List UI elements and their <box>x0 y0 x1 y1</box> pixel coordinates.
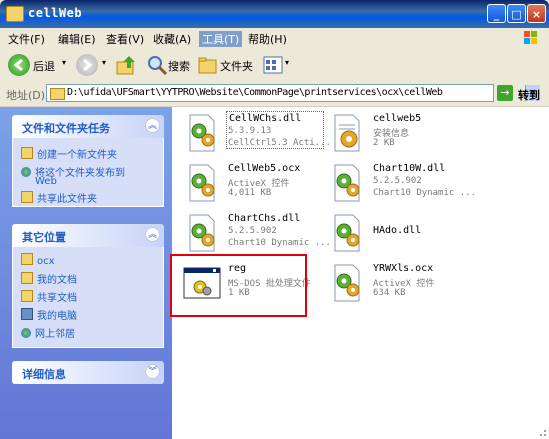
file-item[interactable]: YRWXls.ocx ActiveX 控件 634 KB <box>325 259 475 307</box>
new-folder-icon <box>21 147 33 159</box>
back-arrow-icon[interactable] <box>8 54 30 76</box>
file-version: 5.2.5.902 <box>228 226 277 236</box>
details-header[interactable]: 详细信息 ︾ <box>12 361 164 384</box>
title-bar[interactable]: cellWeb _ □ × <box>0 0 549 28</box>
file-size: 2 KB <box>373 138 395 148</box>
file-name: cellweb5 <box>373 113 422 124</box>
ocx-gear-icon <box>334 264 360 302</box>
shared-documents-icon <box>21 290 33 302</box>
windows-logo-icon <box>524 31 537 44</box>
menu-tools[interactable]: 工具(T) <box>199 31 243 47</box>
other-places-title: 其它位置 <box>22 231 66 244</box>
folders-button[interactable]: 文件夹 <box>220 58 253 74</box>
address-bar: 地址(D) D:\ufida\UFSmart\YYTPRO\Website\Co… <box>0 82 549 107</box>
file-name: HAdo.dll <box>373 225 422 236</box>
go-arrow-icon[interactable]: → <box>497 85 513 101</box>
file-description: Chart10 Dynamic ... <box>228 238 331 248</box>
menu-bar: 文件(F) 编辑(E) 查看(V) 收藏(A) 工具(T) 帮助(H) <box>0 28 549 49</box>
file-item[interactable]: HAdo.dll <box>325 209 475 257</box>
file-size: 634 KB <box>373 288 406 298</box>
details-title: 详细信息 <box>22 368 66 381</box>
views-icon[interactable] <box>262 54 284 76</box>
forward-dropdown-icon[interactable]: ▾ <box>102 58 106 67</box>
close-button[interactable]: × <box>527 4 546 23</box>
folder-icon <box>6 6 24 22</box>
file-name: CellWeb5.ocx <box>228 163 301 174</box>
menu-favorites[interactable]: 收藏(A) <box>153 31 191 47</box>
address-path[interactable]: D:\ufida\UFSmart\YYTPRO\Website\CommonPa… <box>67 87 443 98</box>
other-places-header[interactable]: 其它位置 ︽ <box>12 224 164 247</box>
search-icon[interactable] <box>146 54 168 76</box>
dll-gear-icon <box>189 214 215 252</box>
up-folder-icon[interactable] <box>115 54 137 76</box>
task-pane: 文件和文件夹任务 ︽ 创建一个新文件夹 将这个文件夹发布到 Web 共享此文件夹… <box>0 107 172 439</box>
place-ocx[interactable]: ocx <box>21 253 55 267</box>
place-network[interactable]: 网上邻居 <box>21 325 75 340</box>
file-name: YRWXls.ocx <box>373 263 434 274</box>
task-share-folder[interactable]: 共享此文件夹 <box>21 190 97 205</box>
go-button[interactable]: 转到 <box>518 87 540 103</box>
views-dropdown-icon[interactable]: ▾ <box>285 58 289 67</box>
file-item[interactable]: CellWeb5.ocx ActiveX 控件 4,011 KB <box>180 159 330 207</box>
maximize-button[interactable]: □ <box>507 4 526 23</box>
menu-edit[interactable]: 编辑(E) <box>58 31 96 47</box>
back-dropdown-icon[interactable]: ▾ <box>62 58 66 67</box>
collapse-chevron-icon[interactable]: ︽ <box>145 118 160 133</box>
dll-gear-icon <box>189 114 215 152</box>
address-input[interactable]: D:\ufida\UFSmart\YYTPRO\Website\CommonPa… <box>46 84 540 102</box>
expand-chevron-icon[interactable]: ︾ <box>145 364 160 379</box>
inf-settings-icon <box>334 114 360 152</box>
resize-grip-icon[interactable] <box>535 427 547 437</box>
shared-folder-icon <box>21 191 33 203</box>
dll-gear-icon <box>334 164 360 202</box>
dll-gear-icon <box>334 214 360 252</box>
file-name: ChartChs.dll <box>228 213 301 224</box>
file-tasks-header[interactable]: 文件和文件夹任务 ︽ <box>12 115 164 138</box>
task-publish-web-line2[interactable]: Web <box>35 176 57 187</box>
minimize-button[interactable]: _ <box>487 4 506 23</box>
place-shared-documents[interactable]: 共享文档 <box>21 289 77 304</box>
search-button[interactable]: 搜索 <box>168 58 190 74</box>
window-title: cellWeb <box>28 6 83 20</box>
my-computer-icon <box>21 308 33 320</box>
focus-rectangle <box>226 111 324 149</box>
other-places-panel: 其它位置 ︽ ocx 我的文档 共享文档 我的电脑 网上邻居 <box>12 224 164 348</box>
folders-icon[interactable] <box>197 54 219 76</box>
file-item[interactable]: ChartChs.dll 5.2.5.902 Chart10 Dynamic .… <box>180 209 331 257</box>
file-version: 5.2.5.902 <box>373 176 422 186</box>
menu-file[interactable]: 文件(F) <box>8 31 45 47</box>
toolbar: 后退 ▾ ▾ 搜索 文件夹 ▾ <box>0 48 549 83</box>
folder-icon <box>50 88 65 100</box>
details-panel: 详细信息 ︾ <box>12 361 164 384</box>
file-item[interactable]: cellweb5 安装信息 2 KB <box>325 109 475 157</box>
place-my-documents[interactable]: 我的文档 <box>21 271 77 286</box>
my-documents-icon <box>21 272 33 284</box>
file-item[interactable]: Chart10W.dll 5.2.5.902 Chart10 Dynamic .… <box>325 159 476 207</box>
file-description: Chart10 Dynamic ... <box>373 188 476 198</box>
menu-view[interactable]: 查看(V) <box>106 31 144 47</box>
highlight-box <box>170 254 307 317</box>
place-my-computer[interactable]: 我的电脑 <box>21 307 77 322</box>
menu-help[interactable]: 帮助(H) <box>248 31 287 47</box>
file-name: Chart10W.dll <box>373 163 446 174</box>
back-button[interactable]: 后退 <box>33 58 55 74</box>
address-label: 地址(D) <box>6 89 46 102</box>
file-size: 4,011 KB <box>228 188 272 198</box>
globe-icon <box>21 167 31 177</box>
forward-arrow-icon[interactable] <box>76 54 98 76</box>
file-tasks-panel: 文件和文件夹任务 ︽ 创建一个新文件夹 将这个文件夹发布到 Web 共享此文件夹 <box>12 115 164 207</box>
ocx-gear-icon <box>189 164 215 202</box>
folder-icon <box>21 253 33 265</box>
task-new-folder[interactable]: 创建一个新文件夹 <box>21 146 117 161</box>
network-icon <box>21 328 31 338</box>
file-tasks-title: 文件和文件夹任务 <box>22 122 110 135</box>
collapse-chevron-icon[interactable]: ︽ <box>145 227 160 242</box>
